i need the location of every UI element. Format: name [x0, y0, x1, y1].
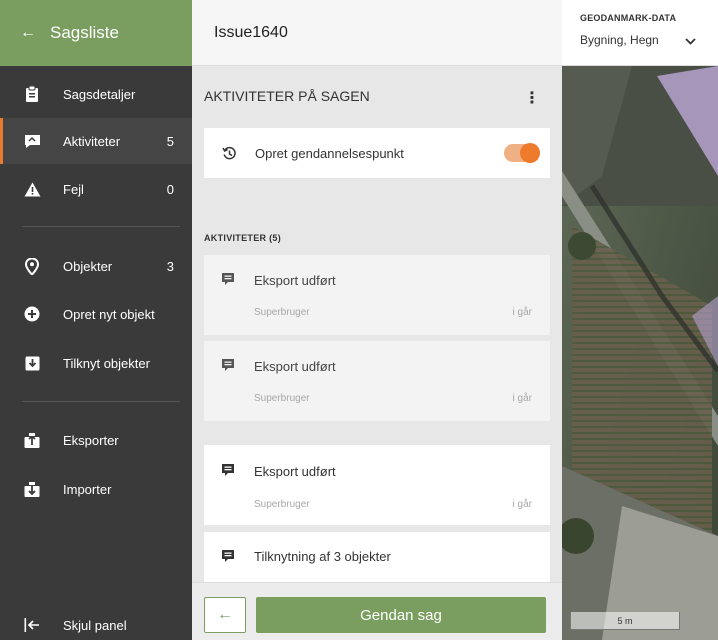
activity-title: Eksport udført — [254, 359, 336, 374]
activity-time: i går — [512, 393, 532, 404]
activity-title: Eksport udført — [254, 464, 336, 479]
list-item[interactable]: Eksport udført Superbruger i går — [204, 255, 550, 335]
comment-icon — [221, 463, 235, 477]
geodata-selector[interactable]: GEODANMARK-DATA Bygning, Hegn — [562, 0, 718, 66]
sidebar-item-create-object[interactable]: Opret nyt objekt — [0, 291, 192, 337]
chevron-down-icon — [685, 36, 696, 48]
comment-icon — [221, 358, 235, 372]
activity-time: i går — [512, 307, 532, 318]
sidebar-item-errors[interactable]: Fejl 0 — [0, 166, 192, 212]
list-item[interactable]: Eksport udført Superbruger i går — [204, 445, 550, 525]
restore-point-card: Opret gendannelsespunkt — [204, 128, 550, 178]
restore-case-button[interactable]: Gendan sag — [256, 597, 546, 633]
sidebar-item-label: Tilknyt objekter — [63, 355, 150, 371]
errors-count: 0 — [166, 181, 174, 197]
issue-header: Issue1640 — [192, 0, 562, 66]
activity-title: Eksport udført — [254, 273, 336, 288]
download-box-icon — [22, 354, 42, 372]
history-icon — [222, 146, 237, 161]
map-scale: 5 m — [570, 612, 680, 630]
sidebar-item-label: Objekter — [63, 258, 113, 274]
sidebar-item-label: Fejl — [63, 181, 84, 197]
map-pin-icon — [22, 257, 42, 275]
hide-panel-button[interactable]: Skjul panel — [0, 602, 192, 640]
sidebar-divider — [22, 226, 180, 227]
case-list-label: Sagsliste — [50, 23, 119, 42]
activity-user: Superbruger — [254, 393, 310, 404]
toggle-knob — [520, 143, 540, 163]
collapse-left-icon — [22, 616, 42, 634]
back-button[interactable]: ← — [204, 597, 246, 633]
sidebar-item-label: Opret nyt objekt — [63, 306, 155, 322]
sidebar-item-label: Eksporter — [63, 432, 119, 448]
sidebar-item-label: Sagsdetaljer — [63, 86, 136, 102]
comment-icon — [221, 272, 235, 286]
section-title: AKTIVITETER PÅ SAGEN — [204, 88, 370, 104]
sidebar-item-import[interactable]: Importer — [0, 466, 192, 512]
arrow-left-icon: ← — [217, 606, 233, 623]
activity-user: Superbruger — [254, 307, 310, 318]
activities-count: 5 — [166, 133, 174, 149]
comment-icon — [221, 549, 235, 563]
sidebar: ← Sagsliste Sagsdetaljer Aktiviteter 5 F… — [0, 0, 192, 640]
export-box-icon — [22, 431, 42, 449]
plus-circle-icon — [22, 305, 42, 323]
hide-panel-label: Skjul panel — [63, 617, 127, 633]
sidebar-item-export[interactable]: Eksporter — [0, 417, 192, 463]
case-list-back-button[interactable]: ← Sagsliste — [0, 0, 192, 66]
map-view[interactable]: 5 m — [562, 66, 718, 640]
chat-icon — [22, 132, 42, 150]
geodata-selected: Bygning, Hegn — [580, 33, 659, 47]
panel-footer: ← Gendan sag — [192, 582, 562, 640]
sidebar-item-attach-objects[interactable]: Tilknyt objekter — [0, 340, 192, 386]
restore-point-label: Opret gendannelsespunkt — [255, 145, 404, 161]
sidebar-item-label: Aktiviteter — [63, 133, 121, 149]
arrow-left-icon: ← — [20, 24, 36, 41]
activities-list-title: AKTIVITETER (5) — [204, 233, 282, 243]
issue-title: Issue1640 — [214, 23, 288, 41]
list-item[interactable]: Eksport udført Superbruger i går — [204, 341, 550, 421]
sidebar-item-activities[interactable]: Aktiviteter 5 — [0, 118, 192, 164]
restore-point-toggle[interactable] — [504, 143, 540, 163]
map-area: 5 m GEODANMARK-DATA Bygning, Hegn — [562, 0, 718, 640]
activities-panel: Issue1640 AKTIVITETER PÅ SAGEN ⋮ Opret g… — [192, 0, 562, 640]
sidebar-item-label: Importer — [63, 481, 112, 497]
warning-icon — [22, 180, 42, 198]
list-item[interactable]: Tilknytning af 3 objekter — [204, 532, 550, 582]
sidebar-divider — [22, 401, 180, 402]
more-vert-icon[interactable]: ⋮ — [524, 88, 540, 108]
objects-count: 3 — [166, 258, 174, 274]
sidebar-item-case-details[interactable]: Sagsdetaljer — [0, 71, 192, 117]
import-box-icon — [22, 480, 42, 498]
activity-time: i går — [512, 499, 532, 510]
sidebar-item-objects[interactable]: Objekter 3 — [0, 243, 192, 289]
geodata-label: GEODANMARK-DATA — [580, 13, 677, 23]
activity-title: Tilknytning af 3 objekter — [254, 549, 391, 564]
activity-user: Superbruger — [254, 499, 310, 510]
clipboard-icon — [22, 85, 42, 103]
